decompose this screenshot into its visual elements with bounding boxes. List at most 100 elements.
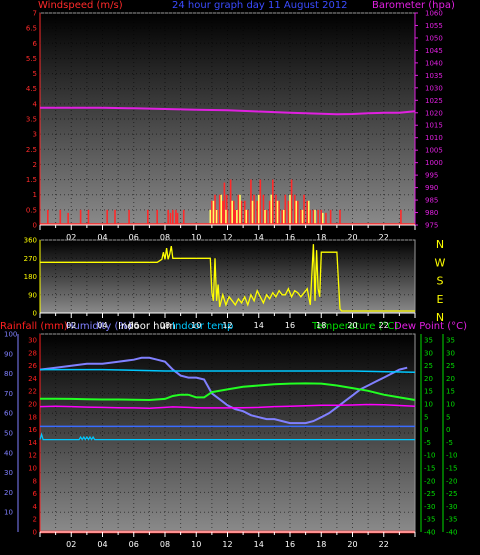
direction-tick-label: 18	[316, 321, 326, 330]
barometer-y-tick-label: 1015	[425, 122, 443, 130]
dewpoint-y-tick-label: -10	[446, 452, 457, 460]
temperature-tick-label: 12	[222, 540, 232, 549]
barometer-y-tick-label: 1005	[425, 147, 443, 155]
direction-tick-label: 02	[66, 321, 76, 330]
temp-y-tick-label: 0	[424, 426, 428, 434]
direction-tick-label: 06	[129, 321, 139, 330]
temp-y-tick-label: 10	[424, 401, 433, 409]
compass-label: N	[436, 311, 444, 324]
direction-tick-label: 04	[97, 321, 107, 330]
temp-y-tick-label: -15	[424, 465, 435, 473]
dewpoint-y-tick-label: -5	[446, 439, 453, 447]
direction-tick-label: 10	[191, 321, 201, 330]
wind-y-tick-label: 5	[33, 70, 37, 78]
temp-y-tick-label: 35	[424, 337, 433, 345]
direction-tick-label: 16	[285, 321, 295, 330]
dewpoint-y-tick-label: 15	[446, 388, 455, 396]
dewpoint-y-tick-label: -25	[446, 490, 457, 498]
barometer-y-tick-label: 1025	[425, 97, 443, 105]
humidity-y-tick-label: 50	[4, 430, 13, 438]
temperature-tick-label: 02	[66, 540, 76, 549]
dewpoint-y-tick-label: 10	[446, 401, 455, 409]
dewpoint-y-tick-label: -30	[446, 503, 457, 511]
weather-charts-svg: 0 0.5 1 1.5 2 2.5 3 3.5 4 4.5 5 5.5 6 6.5 7 975 980 985 99…	[4, 10, 457, 550]
rainfall-y-tick-label: 6	[33, 490, 38, 498]
barometer-y-tick-label: 975	[425, 222, 438, 230]
compass-label: E	[437, 293, 444, 306]
dewpoint-y-tick-label: 30	[446, 349, 455, 357]
dewpoint-y-tick-label: -40	[446, 529, 457, 537]
barometer-y-tick-label: 1020	[425, 109, 443, 117]
humidity-y-tick-label: 40	[4, 449, 13, 457]
rainfall-y-tick-label: 4	[33, 503, 38, 511]
rainfall-y-tick-label: 2	[33, 516, 37, 524]
humidity-y-tick-label: 10	[4, 509, 13, 517]
direction-tick-label: 20	[347, 321, 357, 330]
wind-y-tick-label: 7	[33, 10, 37, 18]
wind-y-tick-label: 1.5	[26, 176, 37, 184]
humidity-y-tick-label: 100	[4, 331, 17, 339]
dewpoint-y-tick-label: 0	[446, 426, 450, 434]
barometer-y-tick-label: 1000	[425, 159, 443, 167]
temp-y-tick-label: -20	[424, 477, 435, 485]
dewpoint-y-tick-label: 25	[446, 362, 455, 370]
barometer-y-tick-label: 980	[425, 209, 438, 217]
weather-graph-stage: Windspeed (m/s) 24 hour graph day 11 Aug…	[0, 0, 480, 555]
temp-y-tick-label: -10	[424, 452, 435, 460]
rainfall-y-tick-label: 12	[28, 452, 37, 460]
rainfall-y-tick-label: 8	[33, 477, 37, 485]
compass-label: N	[436, 238, 444, 251]
temp-y-tick-label: -35	[424, 516, 435, 524]
direction-tick-label: 22	[379, 321, 389, 330]
humidity-y-tick-label: 70	[4, 390, 13, 398]
rainfall-y-tick-label: 28	[28, 349, 37, 357]
rainfall-y-tick-label: 20	[28, 401, 37, 409]
wind-y-tick-label: 5.5	[26, 55, 37, 63]
wind-y-tick-label: 1	[33, 191, 37, 199]
dewpoint-y-tick-label: 5	[446, 413, 450, 421]
direction-tick-label: 14	[254, 321, 264, 330]
dewpoint-y-tick-label: -15	[446, 465, 457, 473]
wind-y-tick-label: 0.5	[26, 206, 37, 214]
barometer-y-tick-label: 995	[425, 172, 438, 180]
dewpoint-y-tick-label: -20	[446, 477, 457, 485]
temp-y-tick-label: -5	[424, 439, 431, 447]
humidity-y-tick-label: 90	[4, 350, 13, 358]
temp-y-tick-label: 15	[424, 388, 433, 396]
dewpoint-y-tick-label: 20	[446, 375, 455, 383]
compass-label: W	[435, 256, 446, 269]
barometer-y-tick-label: 985	[425, 197, 438, 205]
temp-y-tick-label: 25	[424, 362, 433, 370]
barometer-y-tick-label: 1050	[425, 34, 443, 42]
rainfall-y-tick-label: 16	[28, 426, 37, 434]
wind-y-tick-label: 3	[33, 131, 37, 139]
wind-y-tick-label: 4.5	[26, 85, 37, 93]
compass-label: S	[437, 275, 444, 288]
temperature-tick-label: 22	[379, 540, 389, 549]
barometer-y-tick-label: 1010	[425, 134, 443, 142]
temperature-tick-label: 16	[285, 540, 295, 549]
temperature-tick-label: 08	[160, 540, 170, 549]
temp-y-tick-label: -25	[424, 490, 435, 498]
dewpoint-y-tick-label: -35	[446, 516, 457, 524]
direction-y-tick-label: 270	[24, 255, 37, 263]
direction-tick-label: 08	[160, 321, 170, 330]
temperature-tick-label: 14	[254, 540, 264, 549]
barometer-y-tick-label: 1035	[425, 72, 443, 80]
rainfall-y-tick-label: 26	[28, 362, 37, 370]
humidity-y-tick-label: 60	[4, 410, 13, 418]
temperature-tick-label: 06	[129, 540, 139, 549]
temp-y-tick-label: 30	[424, 349, 433, 357]
direction-y-tick-label: 360	[24, 237, 37, 245]
temp-y-tick-label: 5	[424, 413, 428, 421]
wind-y-tick-label: 2	[33, 161, 37, 169]
rainfall-y-tick-label: 10	[28, 465, 37, 473]
humidity-y-tick-label: 30	[4, 469, 13, 477]
temp-y-tick-label: -40	[424, 529, 435, 537]
barometer-y-tick-label: 1060	[425, 10, 443, 18]
wind-y-tick-label: 3.5	[26, 116, 37, 124]
humidity-y-tick-label: 80	[4, 370, 13, 378]
barometer-y-tick-label: 1045	[425, 47, 443, 55]
temperature-tick-label: 04	[97, 540, 107, 549]
barometer-y-tick-label: 1055	[425, 22, 443, 30]
